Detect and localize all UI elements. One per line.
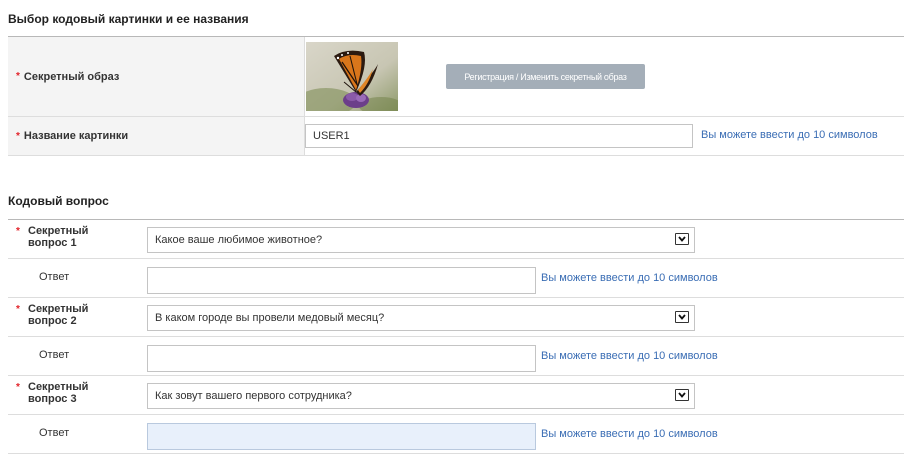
question-3-select[interactable]: Как зовут вашего первого сотрудника? [147,383,695,409]
answer-3-input[interactable] [147,423,536,450]
question-row-3: * Секретный вопрос 3 Как зовут вашего пе… [8,376,904,415]
required-mark: * [16,382,20,393]
question-2-label-line1: Секретный [28,303,89,315]
answer-row-2: Ответ Вы можете ввести до 10 символов [8,337,904,376]
question-row-1: * Секретный вопрос 1 Какое ваше любимое … [8,220,904,259]
question-2-label-line2: вопрос 2 [28,315,77,327]
question-3-label: * Секретный вопрос 3 [16,381,89,405]
chevron-down-icon[interactable] [675,389,689,401]
question-1-selected-value: Какое ваше любимое животное? [155,234,323,246]
register-change-image-button[interactable]: Регистрация / Изменить секретный образ [446,64,645,89]
answer-row-3: Ответ Вы можете ввести до 10 символов [8,415,904,454]
answer-row-1: Ответ Вы можете ввести до 10 символов [8,259,904,298]
question-1-label: * Секретный вопрос 1 [16,225,89,249]
chevron-down-icon[interactable] [675,311,689,323]
image-name-input[interactable] [305,124,693,148]
image-name-row: * Название картинки Вы можете ввести до … [8,117,904,156]
question-3-label-line2: вопрос 3 [28,393,77,405]
butterfly-icon [306,42,398,111]
required-mark: * [16,71,20,82]
secret-image-row: * Секретный образ Регистрация / Изменить… [8,37,904,117]
answer-1-hint: Вы можете ввести до 10 символов [541,272,718,284]
secret-question-table: * Секретный вопрос 1 Какое ваше любимое … [8,219,904,454]
question-3-label-line1: Секретный [28,381,89,393]
question-row-2: * Секретный вопрос 2 В каком городе вы п… [8,298,904,337]
question-2-label: * Секретный вопрос 2 [16,303,89,327]
butterfly-image [306,42,398,111]
required-mark: * [16,304,20,315]
secret-image-table: * Секретный образ Регистрация / Изменить… [8,36,904,156]
chevron-down-icon[interactable] [675,233,689,245]
question-3-selected-value: Как зовут вашего первого сотрудника? [155,390,352,402]
question-1-label-line2: вопрос 1 [28,237,77,249]
section-title-secret-question: Кодовый вопрос [8,194,109,208]
secret-image-label-text: Секретный образ [23,70,120,83]
answer-1-input[interactable] [147,267,536,294]
section-title-secret-image: Выбор кодовый картинки и ее названия [8,12,249,26]
answer-1-label: Ответ [39,271,70,283]
secret-image-label: * Секретный образ [8,37,305,116]
answer-3-hint: Вы можете ввести до 10 символов [541,428,718,440]
required-mark: * [16,130,20,142]
question-1-select[interactable]: Какое ваше любимое животное? [147,227,695,253]
answer-2-input[interactable] [147,345,536,372]
required-mark: * [16,226,20,237]
image-name-label: * Название картинки [8,117,305,155]
question-1-label-line1: Секретный [28,225,89,237]
answer-2-hint: Вы можете ввести до 10 символов [541,350,718,362]
answer-2-label: Ответ [39,349,70,361]
question-2-select[interactable]: В каком городе вы провели медовый месяц? [147,305,695,331]
image-name-label-text: Название картинки [23,130,129,142]
image-name-hint: Вы можете ввести до 10 символов [701,129,878,141]
question-2-selected-value: В каком городе вы провели медовый месяц? [155,312,385,324]
answer-3-label: Ответ [39,427,70,439]
